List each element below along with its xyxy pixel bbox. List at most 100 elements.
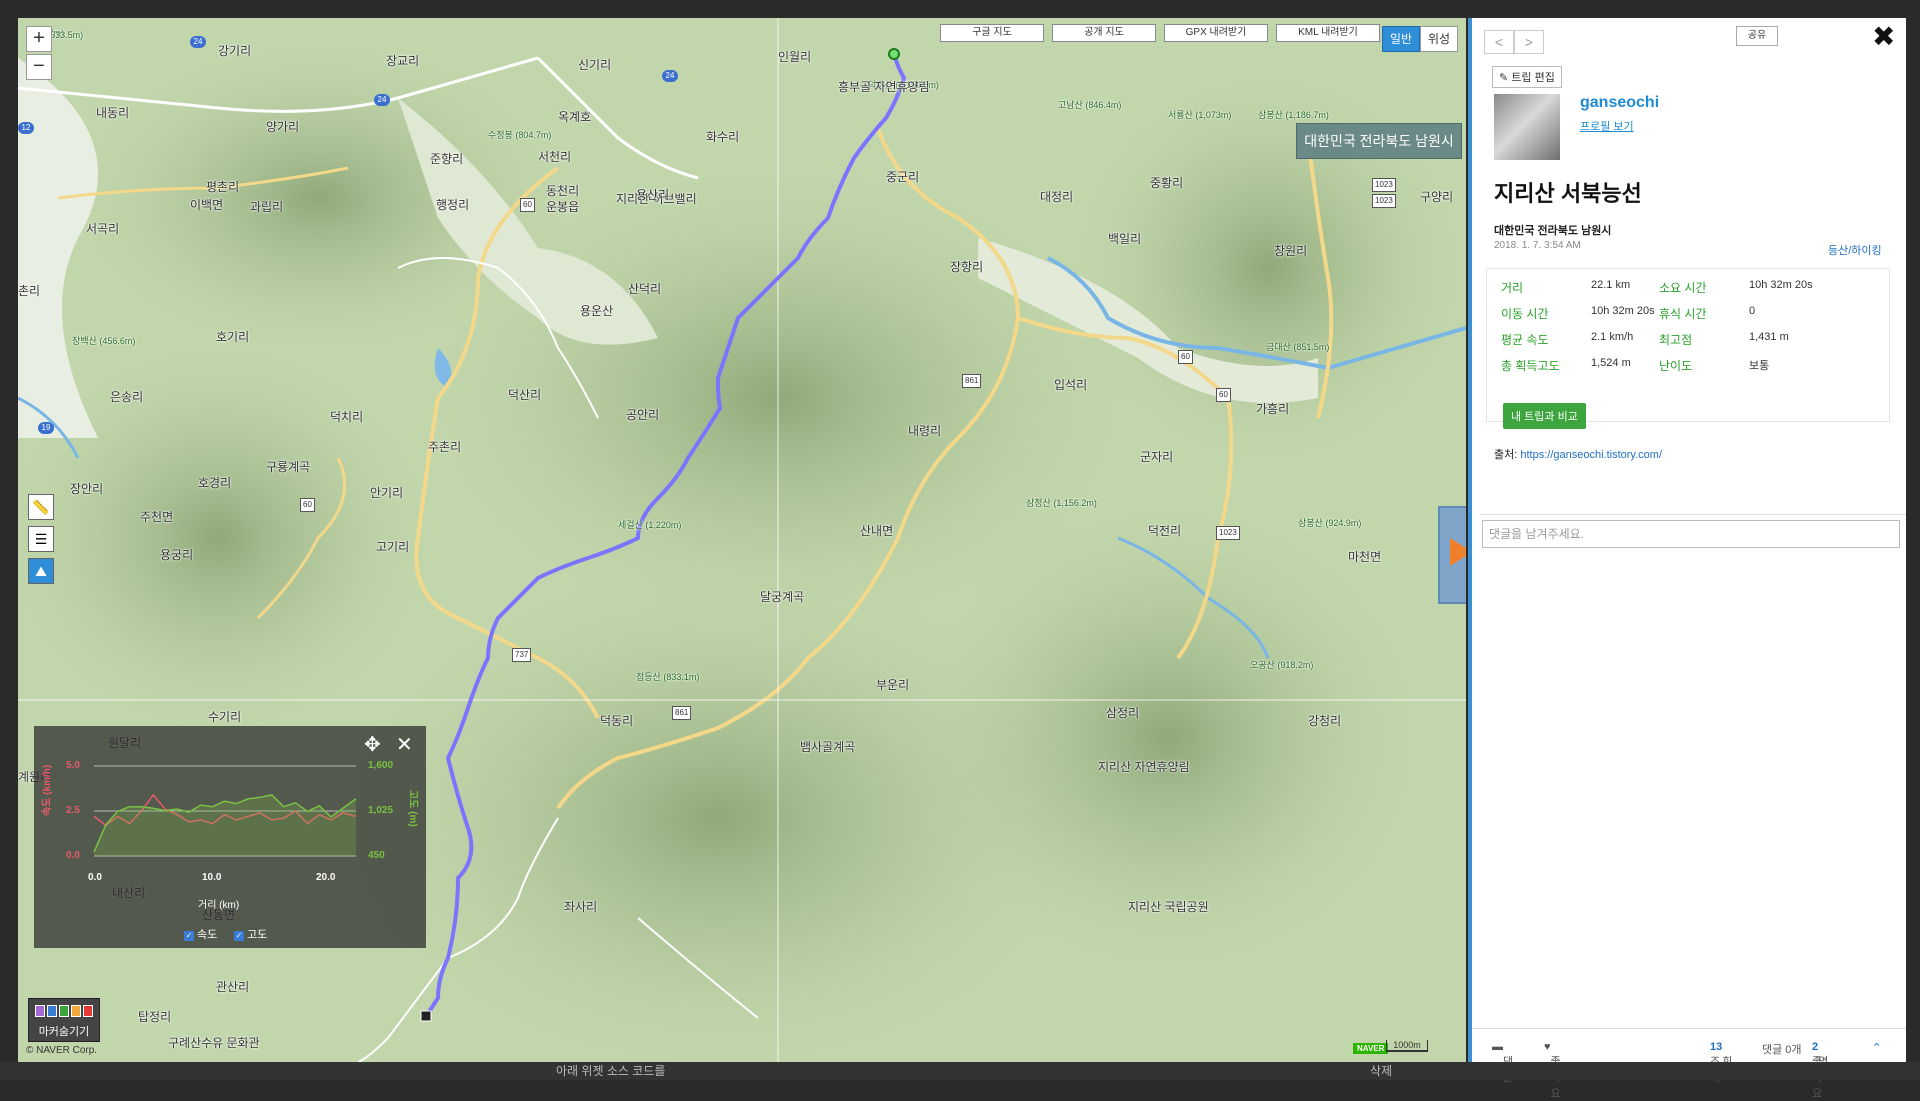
region-tag: 대한민국 전라북도 남원시 bbox=[1296, 123, 1462, 159]
zoom-in-button[interactable]: + bbox=[26, 26, 52, 52]
trip-date: 2018. 1. 7. 3:54 AM bbox=[1494, 240, 1581, 251]
share-button[interactable]: 공유 bbox=[1736, 26, 1778, 46]
place-label: 점등산 (833.1m) bbox=[636, 672, 700, 682]
like-count: 좋아요 2명 bbox=[1812, 1041, 1828, 1100]
place-label: 서곡리 bbox=[86, 222, 120, 236]
avatar[interactable] bbox=[1494, 94, 1560, 160]
place-label: 수기리 bbox=[208, 710, 242, 724]
road-sign: 60 bbox=[1216, 388, 1231, 402]
compare-trip-button[interactable]: 내 트립과 비교 bbox=[1503, 403, 1586, 429]
map-view[interactable]: 강기리 장교리 신기리 내동리 양가리 준향리 서천리 화수리 평촌리 이백면 서곡리 과립리 동천리 운… bbox=[18, 18, 1466, 1062]
username[interactable]: ganseochi bbox=[1580, 94, 1659, 112]
source-link[interactable]: https://ganseochi.tistory.com/ bbox=[1520, 449, 1662, 461]
map-mode-normal[interactable]: 일반 bbox=[1382, 26, 1420, 52]
place-label: 인월리 bbox=[778, 50, 812, 64]
public-map-button[interactable]: 공개 지도 bbox=[1052, 24, 1156, 42]
stat-label: 휴식 시간 bbox=[1659, 307, 1707, 321]
play-route-button[interactable] bbox=[1438, 506, 1466, 604]
x-axis-label: 거리 (km) bbox=[198, 900, 240, 911]
stat-label: 평균 속도 bbox=[1501, 333, 1549, 347]
trip-stats: 거리 22.1 km 소요 시간 10h 32m 20s 이동 시간 10h 3… bbox=[1486, 268, 1890, 429]
left-tick: 5.0 bbox=[66, 760, 80, 771]
place-label: 공안리 bbox=[626, 408, 660, 422]
profile-link[interactable]: 프로필 보기 bbox=[1580, 118, 1634, 134]
hide-markers-button[interactable]: 마커숨기기 bbox=[28, 998, 100, 1042]
altitude-checkbox[interactable]: ✓ 고도 bbox=[234, 926, 267, 942]
place-label: 주촌리 bbox=[428, 440, 462, 454]
stat-label: 난이도 bbox=[1659, 359, 1693, 373]
place-label: 수정봉 (804.7m) bbox=[488, 130, 552, 140]
kml-download-button[interactable]: KML 내려받기 bbox=[1276, 24, 1380, 42]
prev-trip-button[interactable]: < bbox=[1484, 30, 1514, 54]
place-label: 대정리 bbox=[1040, 190, 1074, 204]
panel-footer: ▬ 댓글 ♥ 좋아요 조회 13회 댓글 0개 좋아요 2명 ⌃ bbox=[1472, 1028, 1906, 1100]
place-label: 덕산리 bbox=[508, 388, 542, 402]
bottom-strip-delete[interactable]: 삭제 bbox=[1370, 1062, 1392, 1079]
place-label: 장항리 bbox=[950, 260, 984, 274]
ruler-icon[interactable]: 📏 bbox=[28, 494, 54, 520]
top-strip bbox=[0, 0, 1920, 18]
x-tick: 10.0 bbox=[202, 872, 222, 883]
place-label: 탑정리 bbox=[138, 1010, 172, 1024]
bottom-strip: 아래 위젯 소스 코드를 삭제 bbox=[0, 1062, 1920, 1080]
place-label: 신기리 bbox=[578, 58, 612, 72]
place-label: 삼봉산 (1,186.7m) bbox=[1258, 110, 1329, 120]
edit-trip-button[interactable]: ✎ 트립 편집 bbox=[1492, 66, 1562, 88]
place-label: 백일리 bbox=[1108, 232, 1142, 246]
place-label: 덕치리 bbox=[330, 410, 364, 424]
trip-title: 지리산 서북능선 bbox=[1494, 181, 1642, 206]
stat-value: 보통 bbox=[1749, 360, 1770, 372]
source-label: 출처: bbox=[1494, 449, 1518, 461]
gpx-download-button[interactable]: GPX 내려받기 bbox=[1164, 24, 1268, 42]
comments-button[interactable]: ▬ 댓글 bbox=[1492, 1041, 1513, 1084]
trip-category-link[interactable]: 등산/하이킹 bbox=[1828, 242, 1882, 258]
stat-label: 거리 bbox=[1501, 281, 1524, 295]
place-label: 내령리 bbox=[908, 424, 942, 438]
place-label: 덕전리 bbox=[1148, 524, 1182, 538]
place-label: 이백면 bbox=[190, 198, 224, 212]
next-trip-button[interactable]: > bbox=[1514, 30, 1544, 54]
left-axis-label: 속도 (km/h) bbox=[42, 764, 53, 816]
stat-value: 0 bbox=[1749, 305, 1756, 317]
stat-value: 2.1 km/h bbox=[1591, 331, 1634, 343]
comment-input[interactable]: 댓글을 남겨주세요. bbox=[1482, 520, 1900, 548]
place-label: 촌리 bbox=[18, 284, 41, 298]
place-label: 안기리 bbox=[370, 486, 404, 500]
place-label: 서천리 bbox=[538, 150, 572, 164]
place-label: 강기리 bbox=[218, 44, 252, 58]
place-label: 장백산 (456.6m) bbox=[72, 336, 136, 346]
place-label: 행정리 bbox=[436, 198, 470, 212]
altitude-legend-label: 고도 bbox=[247, 929, 268, 941]
place-label: 화수리 bbox=[706, 130, 740, 144]
close-icon[interactable]: ✖ bbox=[1872, 20, 1895, 53]
x-tick: 20.0 bbox=[316, 872, 336, 883]
map-mode-satellite[interactable]: 위성 bbox=[1420, 26, 1458, 52]
place-label: 장안리 bbox=[70, 482, 104, 496]
zoom-out-button[interactable]: − bbox=[26, 54, 52, 80]
google-map-button[interactable]: 구글 지도 bbox=[940, 24, 1044, 42]
trip-detail-panel: < > 공유 ✖ ✎ 트립 편집 ganseochi 프로필 보기 지리산 서북… bbox=[1468, 18, 1906, 1100]
place-label: 과립리 bbox=[250, 200, 284, 214]
road-sign: 60 bbox=[300, 498, 315, 512]
place-label: 옥계호 bbox=[558, 110, 592, 124]
route-end-marker[interactable] bbox=[420, 1010, 432, 1022]
layers-icon[interactable]: ☰ bbox=[28, 526, 54, 552]
place-label: 산내면 bbox=[860, 524, 894, 538]
like-button[interactable]: ♥ 좋아요 bbox=[1544, 1041, 1561, 1100]
speed-checkbox[interactable]: ✓ 속도 bbox=[184, 926, 217, 942]
place-label: 뱀사골계곡 bbox=[800, 740, 856, 754]
right-axis-label: 고도 (m) bbox=[407, 790, 418, 827]
hide-markers-label: 마커숨기기 bbox=[38, 1026, 90, 1038]
left-tick: 2.5 bbox=[66, 805, 80, 816]
road-sign: 60 bbox=[1178, 350, 1193, 364]
comment-count: 댓글 0개 bbox=[1762, 1044, 1802, 1056]
place-label: 은송리 bbox=[110, 390, 144, 404]
scroll-top-icon[interactable]: ⌃ bbox=[1872, 1041, 1881, 1054]
stat-value: 10h 32m 20s bbox=[1749, 279, 1813, 291]
road-sign: 1023 bbox=[1372, 178, 1396, 192]
place-label: 준향리 bbox=[430, 152, 464, 166]
elevation-chart-icon[interactable]: ⛰ bbox=[28, 558, 54, 584]
map-scale: 1000m bbox=[1386, 1040, 1428, 1052]
road-sign: 1023 bbox=[1216, 526, 1240, 540]
route-start-marker[interactable] bbox=[888, 48, 900, 60]
